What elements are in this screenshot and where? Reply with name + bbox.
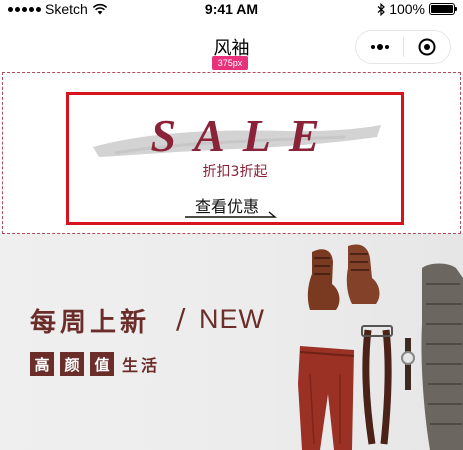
battery-icon: [429, 3, 457, 15]
more-dots-icon: [370, 44, 389, 50]
hero-new-label: NEW: [199, 304, 265, 334]
status-right: 100%: [377, 1, 457, 17]
hero-tag: 值: [90, 352, 114, 376]
hero-slash: /: [176, 302, 186, 335]
belt-image: [361, 325, 393, 445]
bluetooth-icon: [377, 2, 386, 16]
width-badge: 375px: [212, 56, 248, 70]
sale-banner[interactable]: SALE 折扣3折起 查看优惠: [66, 92, 404, 225]
hero-tag: 颜: [60, 352, 84, 376]
sale-title: SALE: [150, 110, 338, 161]
boots-image: [307, 244, 380, 310]
trousers-image: [298, 346, 355, 450]
hero-tags: 高 颜 值 生活: [30, 352, 160, 376]
hero-tag: 高: [30, 352, 54, 376]
battery-fill: [431, 5, 453, 13]
more-button[interactable]: [356, 31, 403, 63]
hero-banner[interactable]: 每周上新 / NEW 高 颜 值 生活: [0, 234, 463, 450]
close-circle-icon: [418, 38, 436, 56]
arrow-underline-icon: [185, 211, 277, 218]
hero-tag-tail: 生活: [122, 356, 161, 375]
sweater-image: [421, 263, 463, 450]
hero-headline: 每周上新: [30, 308, 151, 338]
mini-program-capsule: [355, 30, 451, 64]
watch-image: [401, 338, 415, 390]
status-bar: Sketch 9:41 AM 100%: [0, 0, 463, 22]
close-button[interactable]: [404, 31, 450, 63]
fashion-product-image: [298, 244, 463, 450]
battery-percent: 100%: [389, 1, 425, 17]
sale-subtitle: 折扣3折起: [202, 164, 268, 180]
